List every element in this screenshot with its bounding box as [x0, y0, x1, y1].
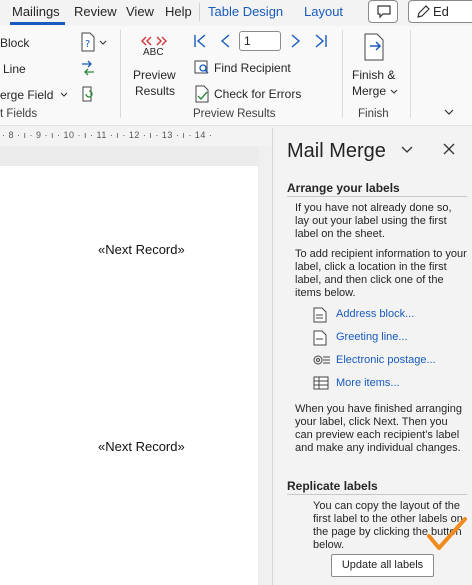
preview-chevrons-icon: [141, 36, 167, 46]
next-record-field[interactable]: «Next Record»: [98, 439, 185, 454]
address-block-link-label[interactable]: Address block...: [336, 308, 414, 320]
tab-view[interactable]: View: [126, 4, 154, 19]
last-record-icon[interactable]: [313, 33, 329, 49]
write-insert-group-label: t Fields: [0, 108, 38, 120]
tab-table-design[interactable]: Table Design: [208, 4, 283, 19]
document-page[interactable]: «Next Record» «Next Record»: [0, 166, 258, 585]
section-divider: [287, 196, 467, 197]
next-record-field[interactable]: «Next Record»: [98, 242, 185, 257]
horizontal-ruler[interactable]: · 8 · ı · 9 · ı · 10 · ı · 11 · ı · 12 ·…: [0, 128, 272, 146]
vertical-scrollbar[interactable]: [259, 146, 272, 585]
section-heading-replicate: Replicate labels: [287, 479, 378, 493]
greeting-line-icon: [313, 330, 327, 346]
electronic-postage-link-label[interactable]: Electronic postage...: [336, 354, 436, 366]
preview-results-label-1[interactable]: Preview: [133, 68, 176, 82]
instruction-paragraph: When you have finished arranging your la…: [295, 403, 462, 454]
update-all-labels-button[interactable]: Update all labels: [331, 554, 434, 577]
more-items-link-label[interactable]: More items...: [336, 377, 400, 389]
abc-label: ABC: [143, 47, 164, 58]
find-recipient-button[interactable]: Find Recipient: [214, 61, 291, 75]
finish-merge-label-1[interactable]: Finish &: [352, 68, 395, 82]
address-block-icon: [313, 307, 327, 323]
match-fields-icon[interactable]: [79, 59, 97, 77]
finish-merge-label-2[interactable]: Merge: [352, 84, 386, 98]
check-errors-icon: [195, 85, 209, 103]
ribbon-collapse-icon[interactable]: [444, 109, 454, 115]
more-items-icon: [313, 376, 329, 390]
instruction-paragraph: To add recipient information to your lab…: [295, 248, 467, 299]
find-recipient-icon: [194, 60, 209, 74]
first-record-icon[interactable]: [192, 33, 208, 49]
ribbon: Block Line erge Field ? t Fields ABC Pre…: [0, 26, 472, 126]
editing-mode-label: Ed: [433, 4, 449, 19]
rules-icon[interactable]: ?: [80, 32, 96, 52]
instruction-paragraph: If you have not already done so, lay out…: [295, 202, 452, 240]
finish-merge-icon: [364, 33, 384, 61]
insert-merge-field-button[interactable]: erge Field: [0, 88, 53, 102]
pencil-icon: [417, 5, 430, 18]
next-record-icon[interactable]: [288, 33, 304, 49]
section-heading-arrange: Arrange your labels: [287, 181, 400, 195]
rules-chevron-icon: [99, 40, 107, 45]
finish-group-label: Finish: [358, 108, 389, 120]
greeting-line-button[interactable]: Line: [3, 62, 26, 76]
comments-button[interactable]: [368, 0, 398, 23]
record-number-value: 1: [244, 34, 251, 48]
greeting-line-link-label[interactable]: Greeting line...: [336, 331, 408, 343]
address-block-button[interactable]: Block: [0, 36, 29, 50]
group-divider: [342, 30, 343, 118]
update-labels-icon[interactable]: [79, 85, 97, 103]
check-errors-button[interactable]: Check for Errors: [214, 87, 301, 101]
svg-text:?: ?: [85, 39, 90, 50]
tab-layout[interactable]: Layout: [304, 4, 343, 19]
pane-title: Mail Merge: [287, 140, 386, 162]
pane-options-chevron-icon[interactable]: [401, 146, 413, 154]
checkmark-annotation-icon: [427, 517, 467, 550]
tab-help[interactable]: Help: [165, 4, 192, 19]
previous-record-icon[interactable]: [217, 33, 233, 49]
preview-results-label-2[interactable]: Results: [135, 84, 175, 98]
group-divider: [120, 30, 121, 118]
document-area: «Next Record» «Next Record»: [0, 146, 272, 585]
mail-merge-pane: Mail Merge Arrange your labels If you ha…: [272, 128, 472, 585]
section-divider: [287, 494, 467, 495]
editing-mode-button[interactable]: Ed: [408, 0, 472, 23]
ruler-labels: · 8 · ı · 9 · ı · 10 · ı · 11 · ı · 12 ·…: [2, 130, 213, 140]
group-divider: [410, 30, 411, 118]
chevron-down-icon: [60, 92, 68, 97]
close-icon[interactable]: [443, 143, 455, 155]
tab-mailings[interactable]: Mailings: [12, 4, 60, 19]
postage-icon: [313, 355, 330, 365]
preview-results-group-label: Preview Results: [193, 108, 276, 120]
finish-chevron-icon: [390, 89, 398, 94]
record-number-input[interactable]: 1: [239, 31, 281, 51]
tab-review[interactable]: Review: [74, 4, 117, 19]
ribbon-tab-bar: Mailings Review View Help Table Design L…: [0, 0, 472, 26]
active-tab-indicator: [10, 22, 65, 25]
tab-divider: [199, 3, 200, 21]
comment-icon: [377, 5, 391, 19]
